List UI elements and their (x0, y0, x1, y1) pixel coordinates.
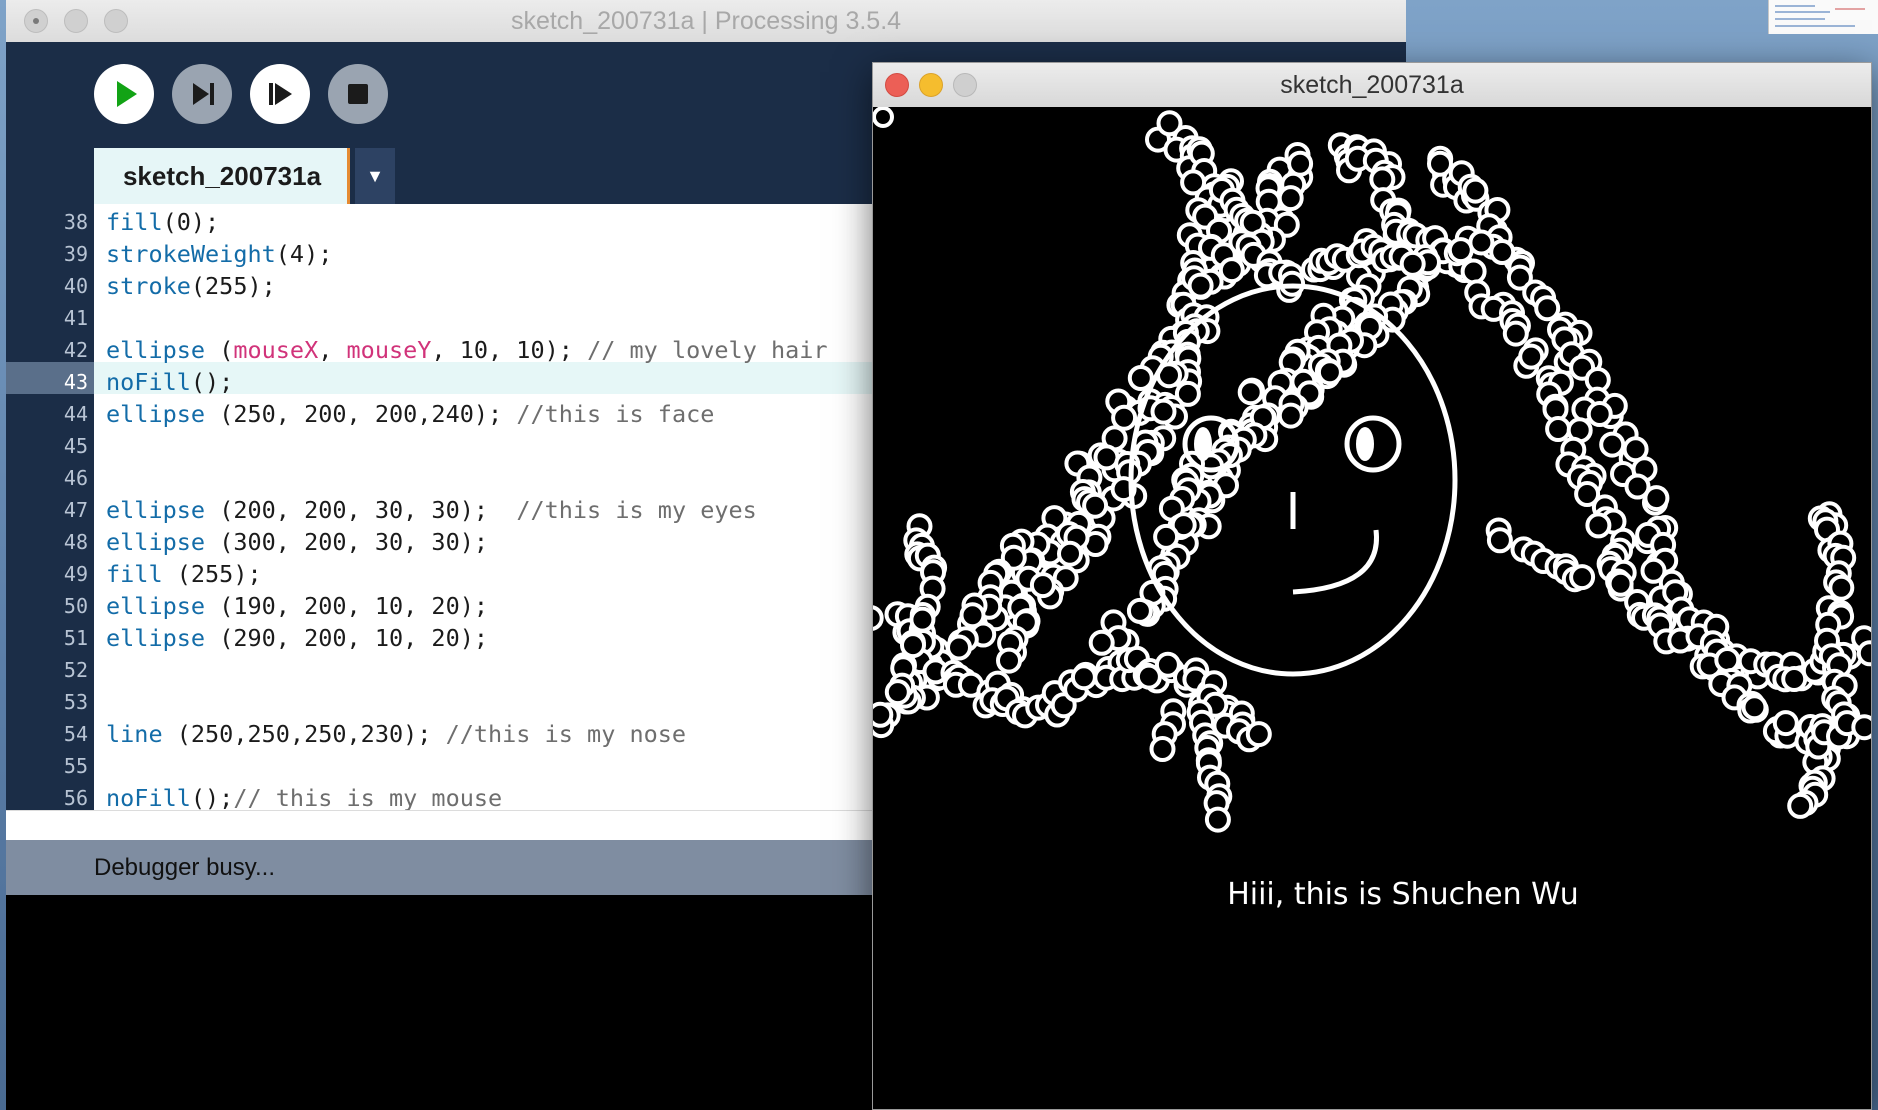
sketch-output-window: sketch_200731a Hiii, this is Shuchen Wu (872, 62, 1872, 1110)
line-number: 52 (63, 658, 88, 682)
line-number: 53 (63, 690, 88, 714)
console-area[interactable] (6, 895, 876, 1110)
line-number: 55 (63, 754, 88, 778)
run-button[interactable] (94, 64, 154, 124)
code-line[interactable]: ellipse (190, 200, 10, 20); (106, 590, 488, 622)
line-number: 47 (63, 498, 88, 522)
line-number: 46 (63, 466, 88, 490)
ide-titlebar: sketch_200731a | Processing 3.5.4 (6, 0, 1406, 43)
code-line[interactable]: fill (255); (106, 558, 262, 590)
play-icon (117, 81, 137, 107)
code-line[interactable]: ellipse (300, 200, 30, 30); (106, 526, 488, 558)
step-icon (193, 83, 214, 105)
chevron-down-icon: ▼ (366, 166, 384, 186)
tab-label: sketch_200731a (122, 161, 322, 191)
sketch-caption: Hiii, this is Shuchen Wu (1227, 877, 1579, 912)
line-number: 43 (63, 370, 88, 394)
line-number: 38 (63, 210, 88, 234)
code-line[interactable]: noFill(); (106, 366, 233, 398)
status-message: Debugger busy... (94, 854, 275, 881)
editor-horizontal-scrollbar[interactable] (6, 810, 876, 841)
tab-sketch[interactable]: sketch_200731a (94, 148, 350, 204)
stop-icon (348, 84, 368, 104)
code-line[interactable]: ellipse (290, 200, 10, 20); (106, 622, 488, 654)
line-number: 40 (63, 274, 88, 298)
line-number: 49 (63, 562, 88, 586)
line-number: 44 (63, 402, 88, 426)
code-line[interactable]: ellipse (mouseX, mouseY, 10, 10); // my … (106, 334, 828, 366)
line-number: 51 (63, 626, 88, 650)
status-bar: Debugger busy... (6, 840, 876, 895)
line-number: 45 (63, 434, 88, 458)
ide-window-title: sketch_200731a | Processing 3.5.4 (510, 7, 902, 35)
step-button[interactable] (172, 64, 232, 124)
code-line[interactable]: ellipse (200, 200, 30, 30); //this is my… (106, 494, 757, 526)
stop-button[interactable] (328, 64, 388, 124)
line-number: 42 (63, 338, 88, 362)
continue-button[interactable] (250, 64, 310, 124)
code-line[interactable]: fill(0); (106, 206, 219, 238)
sketch-canvas[interactable]: Hiii, this is Shuchen Wu (873, 107, 1871, 1109)
code-line[interactable]: ellipse (250, 200, 200,240); //this is f… (106, 398, 714, 430)
background-document-thumbnail (1768, 0, 1878, 34)
sketch-window-title: sketch_200731a (1280, 71, 1464, 99)
line-number: 39 (63, 242, 88, 266)
line-number: 41 (63, 306, 88, 330)
tab-menu-button[interactable]: ▼ (355, 148, 395, 204)
line-number: 48 (63, 530, 88, 554)
sketch-titlebar: sketch_200731a (873, 63, 1871, 108)
sketch-drawing (873, 107, 1871, 833)
code-line[interactable]: strokeWeight(4); (106, 238, 332, 270)
line-number: 50 (63, 594, 88, 618)
code-line[interactable]: stroke(255); (106, 270, 276, 302)
line-number: 54 (63, 722, 88, 746)
code-line[interactable]: line (250,250,250,230); //this is my nos… (106, 718, 686, 750)
continue-icon (269, 83, 292, 105)
